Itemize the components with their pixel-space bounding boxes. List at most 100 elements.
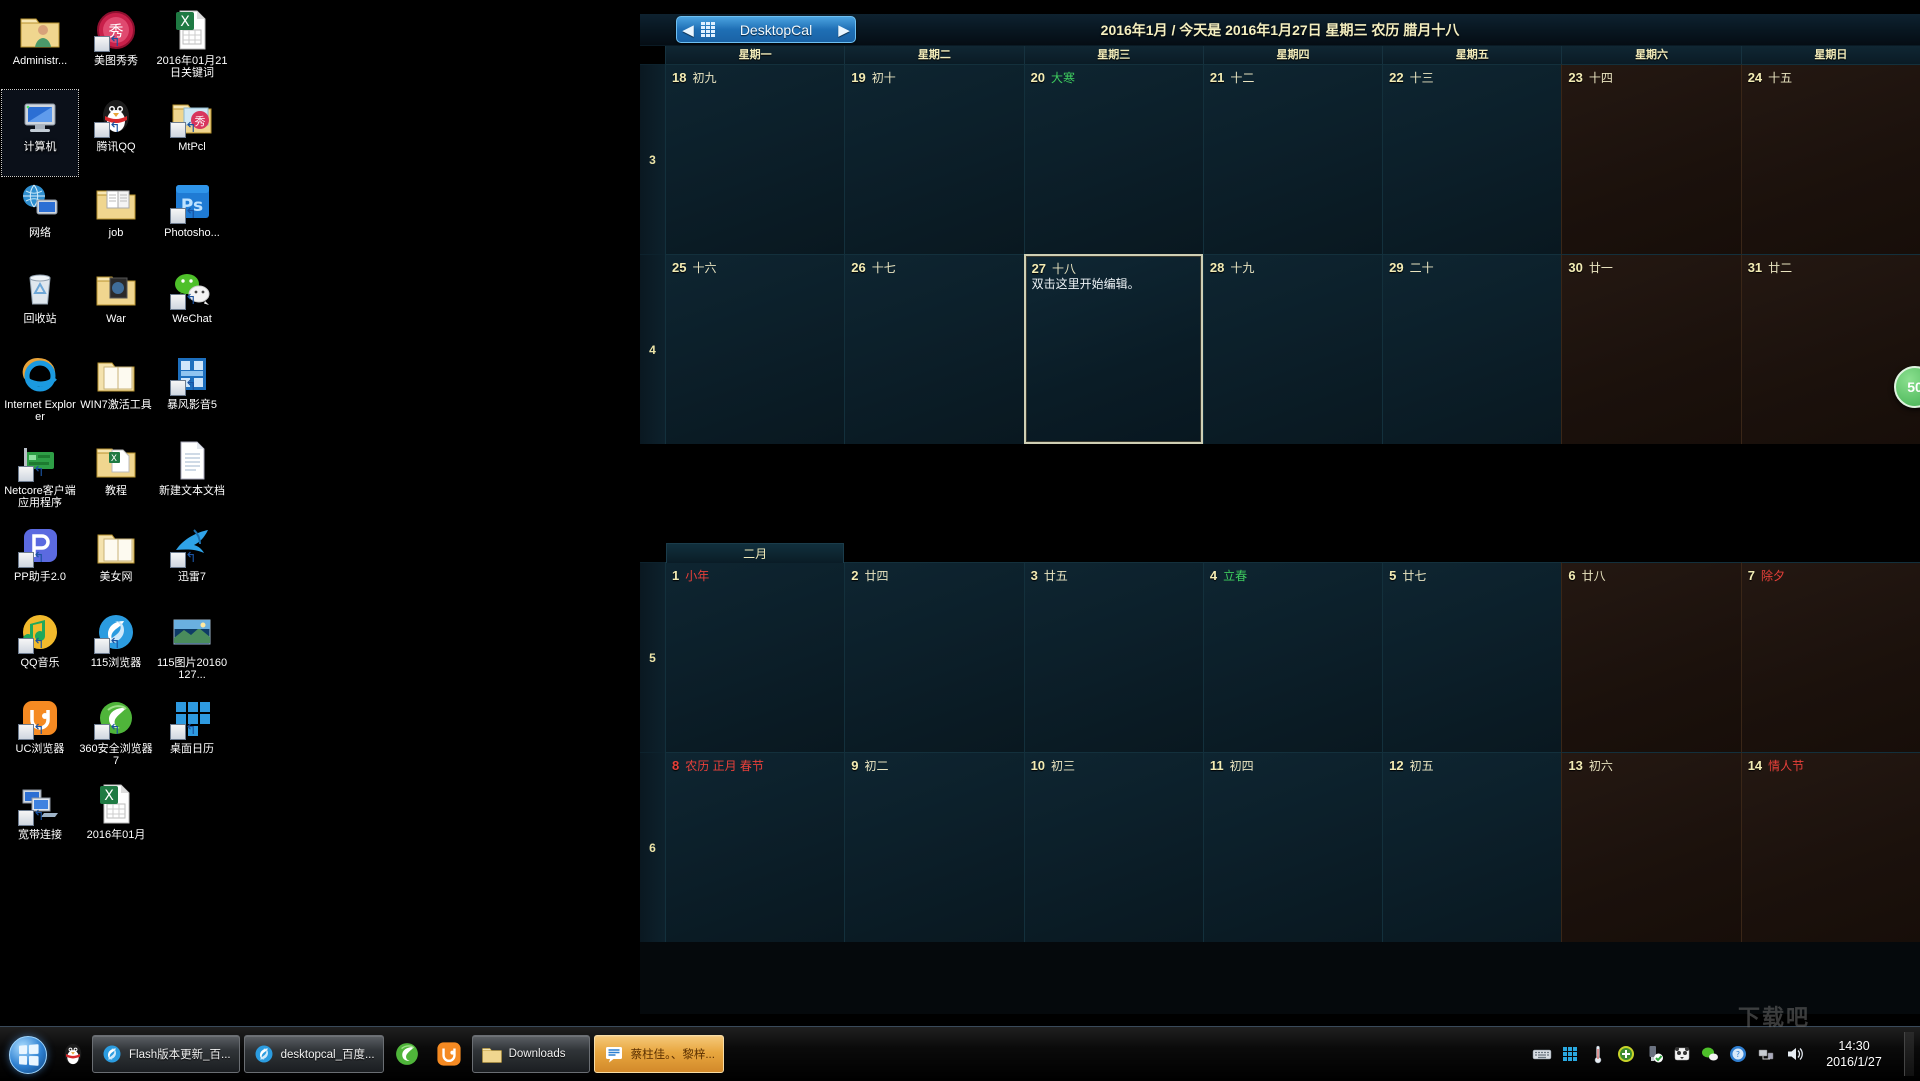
calendar-day-cell[interactable]: 10初三 xyxy=(1024,752,1203,942)
calendar-day-cell[interactable]: 6廿八 xyxy=(1561,562,1740,752)
desktop-icon-21[interactable]: 迅雷7 xyxy=(154,520,230,606)
calendar-day-cell[interactable]: 18初九 xyxy=(665,64,844,254)
calendar-day-cell[interactable]: 5廿七 xyxy=(1382,562,1561,752)
desktop-icon-10[interactable]: 回收站 xyxy=(2,262,78,348)
day-number: 9 xyxy=(851,758,858,773)
taskbar-button-3[interactable] xyxy=(390,1034,424,1074)
desktop-icon-3[interactable]: X2016年01月21日关键词 xyxy=(154,4,230,90)
desktop-icon-15[interactable]: 暴风影音5 xyxy=(154,348,230,434)
calendar-day-cell[interactable]: 11初四 xyxy=(1203,752,1382,942)
quick-launch-qq-penguin-icon[interactable] xyxy=(56,1032,90,1076)
tray-volume-icon[interactable] xyxy=(1783,1043,1805,1065)
taskbar-button-1[interactable]: Flash版本更新_百... xyxy=(92,1035,240,1073)
calendar-day-cell[interactable]: 二月1小年 xyxy=(665,562,844,752)
lunar-label: 初九 xyxy=(692,71,716,85)
desktop-icon-27[interactable]: 桌面日历 xyxy=(154,692,230,778)
tray-thermometer-icon[interactable] xyxy=(1587,1043,1609,1065)
calendar-day-cell[interactable]: 7除夕 xyxy=(1741,562,1920,752)
lunar-label: 廿四 xyxy=(865,569,889,583)
desktop-icon-19[interactable]: PP助手2.0 xyxy=(2,520,78,606)
taskbar-button-5[interactable]: Downloads xyxy=(472,1035,590,1073)
prev-month-arrow-icon[interactable]: ◀ xyxy=(677,21,699,39)
calendar-day-cell[interactable]: 19初十 xyxy=(844,64,1023,254)
taskbar-clock[interactable]: 14:30 2016/1/27 xyxy=(1808,1038,1900,1070)
desktop-icon-9[interactable]: PsPhotosho... xyxy=(154,176,230,262)
desktop-icon-24[interactable]: 115图片20160127... xyxy=(154,606,230,692)
calendar-day-cell[interactable]: 27十八双击这里开始编辑。 xyxy=(1024,254,1203,444)
tray-browser-tray-icon[interactable]: ? xyxy=(1727,1043,1749,1065)
calendar-day-cell[interactable]: 14情人节 xyxy=(1741,752,1920,942)
desktop-icon-5[interactable]: 腾讯QQ xyxy=(78,90,154,176)
qq-penguin-icon xyxy=(94,94,138,138)
start-button[interactable] xyxy=(2,1030,56,1078)
taskbar-button-label: Downloads xyxy=(509,1048,566,1060)
desktop-icon-8[interactable]: job xyxy=(78,176,154,262)
desktop-icon-14[interactable]: WIN7激活工具 xyxy=(78,348,154,434)
internet-explorer-icon xyxy=(18,352,62,396)
desktop-icon-12[interactable]: WeChat xyxy=(154,262,230,348)
desktop-icon-label: WIN7激活工具 xyxy=(79,399,153,411)
shortcut-arrow-icon xyxy=(94,122,110,138)
day-header: 2廿四 xyxy=(851,567,1019,585)
tray-usb-check-icon[interactable] xyxy=(1643,1043,1665,1065)
tray-keyboard-icon[interactable] xyxy=(1531,1043,1553,1065)
calendar-day-cell[interactable]: 2廿四 xyxy=(844,562,1023,752)
calendar-day-cell[interactable]: 9初二 xyxy=(844,752,1023,942)
calendar-day-cell[interactable]: 12初五 xyxy=(1382,752,1561,942)
calendar-day-cell[interactable]: 13初六 xyxy=(1561,752,1740,942)
taskbar-button-6[interactable]: 蔡柱佳。、黎梓... xyxy=(594,1035,724,1073)
desktop-icon-6[interactable]: 秀MtPcl xyxy=(154,90,230,176)
calendar-week-row: 68农历 正月 春节9初二10初三11初四12初五13初六14情人节 xyxy=(640,752,1920,942)
desktop-icon-7[interactable]: 网络 xyxy=(2,176,78,262)
day-number: 8 xyxy=(672,758,679,773)
desktop-icon-13[interactable]: Internet Explorer xyxy=(2,348,78,434)
folder-icon xyxy=(481,1043,503,1065)
desktop-icon-22[interactable]: QQ音乐 xyxy=(2,606,78,692)
taskbar[interactable]: Flash版本更新_百...desktopcal_百度... Downloads 蔡… xyxy=(0,1026,1920,1080)
show-desktop-button[interactable] xyxy=(1904,1032,1914,1076)
calendar-day-cell[interactable]: 26十七 xyxy=(844,254,1023,444)
desktop-icon-16[interactable]: Netcore客户端应用程序 xyxy=(2,434,78,520)
desktop-icon-23[interactable]: 115浏览器 xyxy=(78,606,154,692)
tray-network-icon[interactable] xyxy=(1755,1043,1777,1065)
desktop-icon-29[interactable]: X2016年01月 xyxy=(78,778,154,864)
desktop-icon-17[interactable]: X教程 xyxy=(78,434,154,520)
tray-app-grid-icon[interactable] xyxy=(1559,1043,1581,1065)
calendar-day-cell[interactable]: 22十三 xyxy=(1382,64,1561,254)
calendar-day-cell[interactable]: 21十二 xyxy=(1203,64,1382,254)
calendar-day-cell[interactable]: 31廿二 xyxy=(1741,254,1920,444)
taskbar-button-4[interactable] xyxy=(432,1034,466,1074)
desktop-icon-11[interactable]: War xyxy=(78,262,154,348)
calendar-app-pill[interactable]: ◀ DesktopCal ▶ xyxy=(676,16,856,43)
desktop-icon-20[interactable]: 美女网 xyxy=(78,520,154,606)
day-header: 13初六 xyxy=(1568,757,1736,775)
desktop-icon-28[interactable]: 宽带连接 xyxy=(2,778,78,864)
calendar-day-cell[interactable]: 29二十 xyxy=(1382,254,1561,444)
day-header: 8农历 正月 春节 xyxy=(672,757,840,775)
calendar-day-cell[interactable]: 23十四 xyxy=(1561,64,1740,254)
calendar-day-cell[interactable]: 4立春 xyxy=(1203,562,1382,752)
calendar-day-cell[interactable]: 3廿五 xyxy=(1024,562,1203,752)
calendar-day-cell[interactable]: 24十五 xyxy=(1741,64,1920,254)
app-grid-icon[interactable] xyxy=(701,22,719,38)
tray-green-plus-icon[interactable] xyxy=(1615,1043,1637,1065)
week-number: 3 xyxy=(640,64,665,254)
day-note-text[interactable]: 双击这里开始编辑。 xyxy=(1032,277,1196,292)
desktop-icon-1[interactable]: Administr... xyxy=(2,4,78,90)
calendar-day-cell[interactable]: 28十九 xyxy=(1203,254,1382,444)
calendar-day-cell[interactable]: 20大寒 xyxy=(1024,64,1203,254)
calendar-day-cell[interactable]: 25十六 xyxy=(665,254,844,444)
tray-panda-icon[interactable] xyxy=(1671,1043,1693,1065)
desktop-calendar-widget[interactable]: 2016年1月 / 今天是 2016年1月27日 星期三 农历 腊月十八 ◀ D… xyxy=(640,14,1920,1014)
desktop-background[interactable]: Administr...秀美图秀秀X2016年01月21日关键词计算机腾讯QQ秀… xyxy=(0,0,1920,1080)
next-month-arrow-icon[interactable]: ▶ xyxy=(833,21,855,39)
desktop-icon-26[interactable]: 360安全浏览器7 xyxy=(78,692,154,778)
desktop-icon-4[interactable]: 计算机 xyxy=(2,90,78,176)
calendar-day-cell[interactable]: 8农历 正月 春节 xyxy=(665,752,844,942)
desktop-icon-25[interactable]: UC浏览器 xyxy=(2,692,78,778)
calendar-day-cell[interactable]: 30廿一 xyxy=(1561,254,1740,444)
desktop-icon-18[interactable]: 新建文本文档 xyxy=(154,434,230,520)
taskbar-button-2[interactable]: desktopcal_百度... xyxy=(244,1035,384,1073)
desktop-icon-2[interactable]: 秀美图秀秀 xyxy=(78,4,154,90)
tray-wechat-tray-icon[interactable] xyxy=(1699,1043,1721,1065)
